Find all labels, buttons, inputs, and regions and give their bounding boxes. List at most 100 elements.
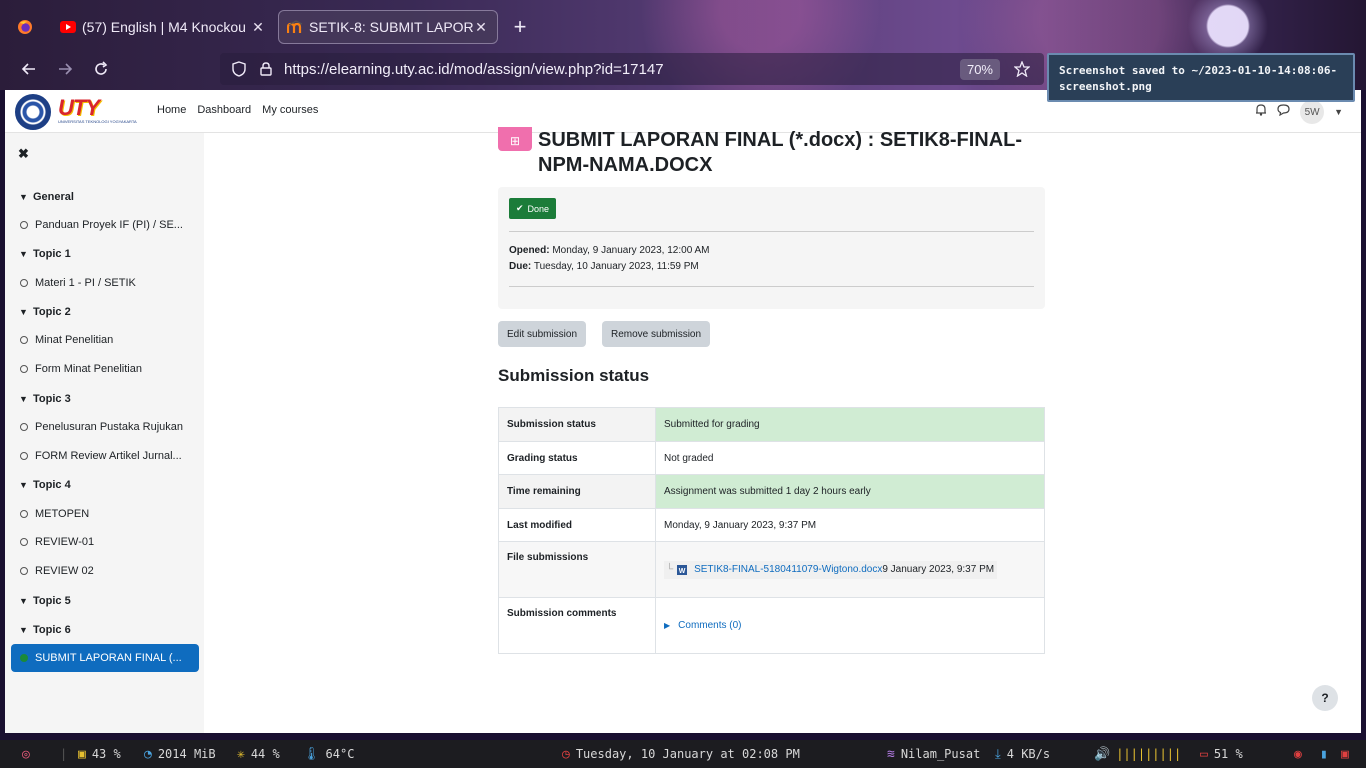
address-bar[interactable]: https://elearning.uty.ac.id/mod/assign/v… (220, 53, 1044, 85)
chevron-down-icon[interactable]: ▼ (19, 394, 33, 404)
back-button[interactable] (18, 58, 40, 80)
file-date: 9 January 2023, 9:37 PM (882, 564, 995, 575)
uty-logo[interactable]: UTY UNIVERSITAS TEKNOLOGI YOGYAKARTA (58, 95, 137, 127)
completion-circle-icon (20, 510, 28, 518)
completion-circle-icon (20, 538, 28, 546)
volume-widget[interactable]: 🔊 ||||||||| (1094, 740, 1181, 768)
avatar[interactable]: 5W (1300, 100, 1325, 124)
sidebar-item[interactable]: METOPEN (11, 500, 199, 528)
sidebar-section-topic-4[interactable]: ▼ Topic 4 (11, 471, 199, 499)
sidebar-section-topic-6[interactable]: ▼ Topic 6 (11, 616, 199, 644)
row-label: Time remaining (498, 474, 656, 509)
logo-subtext: UNIVERSITAS TEKNOLOGI YOGYAKARTA (58, 119, 137, 124)
time-remaining-value: Assignment was submitted 1 day 2 hours e… (655, 474, 1045, 509)
wifi-widget[interactable]: ≋ Nilam_Pusat (887, 740, 980, 768)
load-widget: ✳ 44 % (237, 746, 280, 762)
sidebar-section-topic-3[interactable]: ▼ Topic 3 (11, 385, 199, 413)
completion-circle-icon (20, 452, 28, 460)
university-seal-logo[interactable] (15, 94, 51, 130)
url-text[interactable]: https://elearning.uty.ac.id/mod/assign/v… (284, 61, 960, 78)
tab-title: (57) English | M4 Knockou (82, 19, 246, 35)
sidebar-item[interactable]: Penelusuran Pustaka Rujukan (11, 413, 199, 441)
edit-submission-button[interactable]: Edit submission (498, 321, 587, 347)
chevron-down-icon[interactable]: ▼ (19, 249, 33, 259)
screenshot-notification[interactable]: Screenshot saved to ~/2023-01-10-14:08:0… (1047, 53, 1355, 102)
tab-setik8[interactable]: SETIK-8: SUBMIT LAPORA ✕ (278, 10, 498, 44)
clock-widget[interactable]: ◷ Tuesday, 10 January at 02:08 PM (562, 740, 800, 768)
tab-close-icon[interactable]: ✕ (473, 19, 489, 36)
lock-icon[interactable] (254, 62, 278, 76)
sidebar-item-active[interactable]: SUBMIT LAPORAN FINAL (... (11, 644, 199, 672)
row-label: File submissions (498, 541, 656, 598)
sidebar-item[interactable]: FORM Review Artikel Jurnal... (11, 442, 199, 470)
chevron-down-icon[interactable]: ▼ (19, 307, 33, 317)
chevron-down-icon[interactable]: ▼ (19, 192, 33, 202)
message-icon[interactable] (1277, 103, 1290, 121)
sidebar-item[interactable]: Minat Penelitian (11, 326, 199, 354)
memory-icon: ◔ (144, 746, 152, 762)
sidebar-section-topic-2[interactable]: ▼ Topic 2 (11, 298, 199, 326)
zoom-level-badge[interactable]: 70% (959, 58, 1000, 80)
firefox-icon[interactable] (17, 19, 33, 35)
divider (509, 286, 1034, 287)
completion-circle-icon (20, 279, 28, 287)
submitted-file-link[interactable]: SETIK8-FINAL-5180411079-Wigtono.docx (694, 564, 882, 575)
table-row: Submission comments ▶ Comments (0) (498, 597, 1045, 654)
activity-dates: ✔ Done Opened: Monday, 9 January 2023, 1… (498, 187, 1045, 309)
arrow-left-icon (21, 63, 35, 75)
table-row: Time remaining Assignment was submitted … (498, 474, 1045, 509)
logo-text: UTY (58, 95, 100, 120)
tab-title: SETIK-8: SUBMIT LAPORA (309, 19, 473, 35)
primary-nav: Home Dashboard My courses (157, 104, 318, 116)
sidebar-section-topic-1[interactable]: ▼ Topic 1 (11, 240, 199, 268)
nav-dashboard[interactable]: Dashboard (197, 104, 251, 116)
tray-red-icon[interactable]: ▣ (1341, 740, 1349, 768)
completion-circle-icon (20, 654, 28, 662)
completion-circle-icon (20, 336, 28, 344)
completion-circle-icon (20, 423, 28, 431)
tree-branch-icon: └ (666, 564, 674, 575)
thermometer-icon: 🌡 (303, 746, 320, 762)
sidebar-item[interactable]: Materi 1 - PI / SETIK (11, 269, 199, 297)
close-drawer-icon[interactable]: ✖ (18, 146, 29, 162)
reload-button[interactable] (90, 58, 112, 80)
sidebar-item[interactable]: REVIEW 02 (11, 557, 199, 585)
forward-button[interactable] (54, 58, 76, 80)
file-entry: └ W SETIK8-FINAL-5180411079-Wigtono.docx… (664, 560, 1036, 579)
comments-toggle-link[interactable]: ▶ Comments (0) (664, 620, 1036, 631)
remove-submission-button[interactable]: Remove submission (602, 321, 711, 347)
tab-close-icon[interactable]: ✕ (250, 19, 266, 36)
chevron-down-icon[interactable]: ▼ (19, 625, 33, 635)
wifi-icon: ≋ (887, 746, 895, 762)
signal-icon[interactable]: ▮ (1320, 740, 1328, 768)
chrome-logo-icon[interactable]: ◎ (22, 740, 30, 768)
chevron-down-icon[interactable]: ▼ (19, 596, 33, 606)
new-tab-button[interactable]: + (508, 15, 532, 39)
help-button[interactable]: ? (1312, 685, 1338, 711)
sidebar-item[interactable]: Panduan Proyek IF (PI) / SE... (11, 211, 199, 239)
nav-home[interactable]: Home (157, 104, 186, 116)
bell-icon[interactable] (1255, 103, 1267, 121)
chevron-down-icon[interactable]: ▼ (19, 480, 33, 490)
notification-line-2: screenshot.png (1059, 80, 1152, 93)
reload-icon (95, 61, 108, 75)
temperature-widget: 🌡 64°C (303, 746, 355, 762)
opened-date: Opened: Monday, 9 January 2023, 12:00 AM (509, 245, 710, 256)
nav-my-courses[interactable]: My courses (262, 104, 318, 116)
tab-youtube[interactable]: (57) English | M4 Knockou ✕ (52, 10, 274, 44)
sidebar-item[interactable]: REVIEW-01 (11, 528, 199, 556)
chevron-down-icon[interactable]: ▼ (1334, 107, 1343, 117)
cpu-icon: ▣ (78, 746, 86, 762)
page-title: SUBMIT LAPORAN FINAL (*.docx) : SETIK8-F… (538, 129, 1023, 176)
sidebar-section-general[interactable]: ▼ General (11, 183, 199, 211)
table-row: Last modified Monday, 9 January 2023, 9:… (498, 508, 1045, 542)
bookmark-star-icon[interactable] (1012, 61, 1032, 77)
row-label: Grading status (498, 441, 656, 475)
shield-icon[interactable] (224, 61, 254, 77)
chrome-tray-icon[interactable]: ◉ (1294, 740, 1302, 768)
separator: | (60, 747, 68, 761)
caret-right-icon: ▶ (664, 621, 671, 630)
web-page: UTY UNIVERSITAS TEKNOLOGI YOGYAKARTA Hom… (5, 90, 1361, 733)
sidebar-item[interactable]: Form Minat Penelitian (11, 355, 199, 383)
sidebar-section-topic-5[interactable]: ▼ Topic 5 (11, 587, 199, 615)
